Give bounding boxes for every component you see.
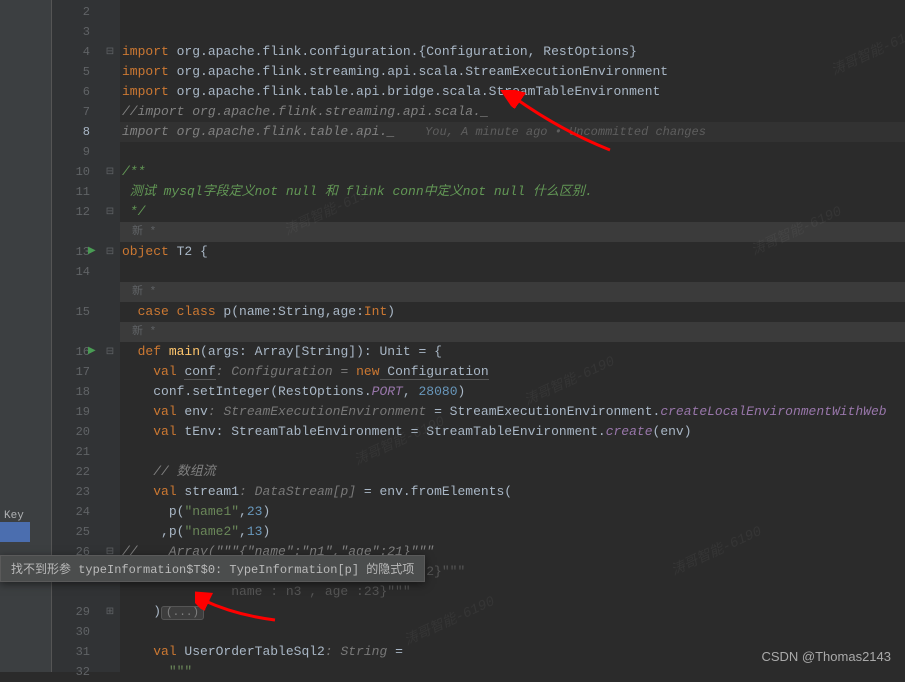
line-num[interactable]: 11 <box>52 182 100 202</box>
line-num[interactable] <box>52 222 100 242</box>
line-num[interactable] <box>52 582 100 602</box>
fold-toggle[interactable]: ⊟ <box>100 162 120 182</box>
code-line[interactable]: p("name1",23) <box>120 502 905 522</box>
line-num[interactable]: 4 <box>52 42 100 62</box>
vcs-annotation: 新 * <box>120 322 905 342</box>
code-line[interactable]: val conf: Configuration = new Configurat… <box>120 362 905 382</box>
code-line[interactable]: val env: StreamExecutionEnvironment = St… <box>120 402 905 422</box>
line-num[interactable]: 3 <box>52 22 100 42</box>
line-num[interactable]: 2 <box>52 2 100 22</box>
csdn-attribution: CSDN @Thomas2143 <box>761 649 891 664</box>
code-line[interactable] <box>120 22 905 42</box>
code-line[interactable]: name : n3 , age :23}""" <box>120 582 905 602</box>
line-num[interactable]: 22 <box>52 462 100 482</box>
code-line[interactable]: def main(args: Array[String]): Unit = { <box>120 342 905 362</box>
code-line[interactable]: object T2 { <box>120 242 905 262</box>
fold-toggle[interactable]: ⊟ <box>100 242 120 262</box>
code-line[interactable]: case class p(name:String,age:Int) <box>120 302 905 322</box>
line-num[interactable]: 14 <box>52 262 100 282</box>
code-line[interactable]: 测试 mysql字段定义not null 和 flink conn中定义not … <box>120 182 905 202</box>
code-line[interactable] <box>120 262 905 282</box>
fold-toggle[interactable]: ⊟ <box>100 342 120 362</box>
code-line[interactable]: /** <box>120 162 905 182</box>
line-num[interactable]: 24 <box>52 502 100 522</box>
line-num[interactable]: 7 <box>52 102 100 122</box>
line-num[interactable]: 15 <box>52 302 100 322</box>
git-lens-annotation: You, A minute ago • Uncommitted changes <box>395 125 706 139</box>
code-line[interactable]: import org.apache.flink.streaming.api.sc… <box>120 62 905 82</box>
run-gutter-icon[interactable]: ▶ <box>88 242 96 262</box>
vcs-annotation: 新 * <box>120 282 905 302</box>
run-gutter-icon[interactable]: ▶ <box>88 342 96 362</box>
line-num[interactable]: 10 <box>52 162 100 182</box>
code-line[interactable]: */ <box>120 202 905 222</box>
folded-region[interactable]: (...) <box>161 606 204 620</box>
code-line-current[interactable]: import org.apache.flink.table.api._You, … <box>120 122 905 142</box>
line-num[interactable]: 6 <box>52 82 100 102</box>
line-num[interactable]: 23 <box>52 482 100 502</box>
code-line[interactable] <box>120 442 905 462</box>
line-num[interactable]: 5 <box>52 62 100 82</box>
line-num[interactable]: 32 <box>52 662 100 682</box>
line-num[interactable]: 21 <box>52 442 100 462</box>
fold-toggle[interactable]: ⊟ <box>100 42 120 62</box>
line-num[interactable]: 19 <box>52 402 100 422</box>
code-line[interactable]: val stream1: DataStream[p] = env.fromEle… <box>120 482 905 502</box>
line-num[interactable]: 16▶ <box>52 342 100 362</box>
line-num[interactable]: 25 <box>52 522 100 542</box>
sidebar-tab-key[interactable]: Key <box>4 510 24 522</box>
code-line[interactable]: import org.apache.flink.table.api.bridge… <box>120 82 905 102</box>
fold-toggle[interactable]: ⊞ <box>100 602 120 622</box>
line-num[interactable]: 9 <box>52 142 100 162</box>
line-num[interactable]: 13▶ <box>52 242 100 262</box>
error-tooltip: 找不到形参 typeInformation$T$0: TypeInformati… <box>0 555 425 582</box>
code-line[interactable]: //import org.apache.flink.streaming.api.… <box>120 102 905 122</box>
code-line[interactable]: ,p("name2",13) <box>120 522 905 542</box>
line-num[interactable] <box>52 322 100 342</box>
code-line[interactable]: )(...) <box>120 602 905 622</box>
line-num[interactable]: 29 <box>52 602 100 622</box>
sidebar-active-indicator <box>0 522 30 542</box>
code-line[interactable] <box>120 622 905 642</box>
code-line[interactable]: val tEnv: StreamTableEnvironment = Strea… <box>120 422 905 442</box>
line-num[interactable]: 18 <box>52 382 100 402</box>
vcs-annotation: 新 * <box>120 222 905 242</box>
line-num[interactable]: 30 <box>52 622 100 642</box>
code-line[interactable]: conf.setInteger(RestOptions.PORT, 28080) <box>120 382 905 402</box>
line-num[interactable]: 31 <box>52 642 100 662</box>
code-line[interactable]: // 数组流 <box>120 462 905 482</box>
line-num-current[interactable]: 8 <box>52 122 100 142</box>
fold-toggle[interactable]: ⊟ <box>100 202 120 222</box>
code-line[interactable] <box>120 2 905 22</box>
code-line[interactable]: import org.apache.flink.configuration.{C… <box>120 42 905 62</box>
line-num[interactable]: 12 <box>52 202 100 222</box>
line-num[interactable]: 20 <box>52 422 100 442</box>
line-num[interactable] <box>52 282 100 302</box>
code-line[interactable] <box>120 142 905 162</box>
line-num[interactable]: 17 <box>52 362 100 382</box>
